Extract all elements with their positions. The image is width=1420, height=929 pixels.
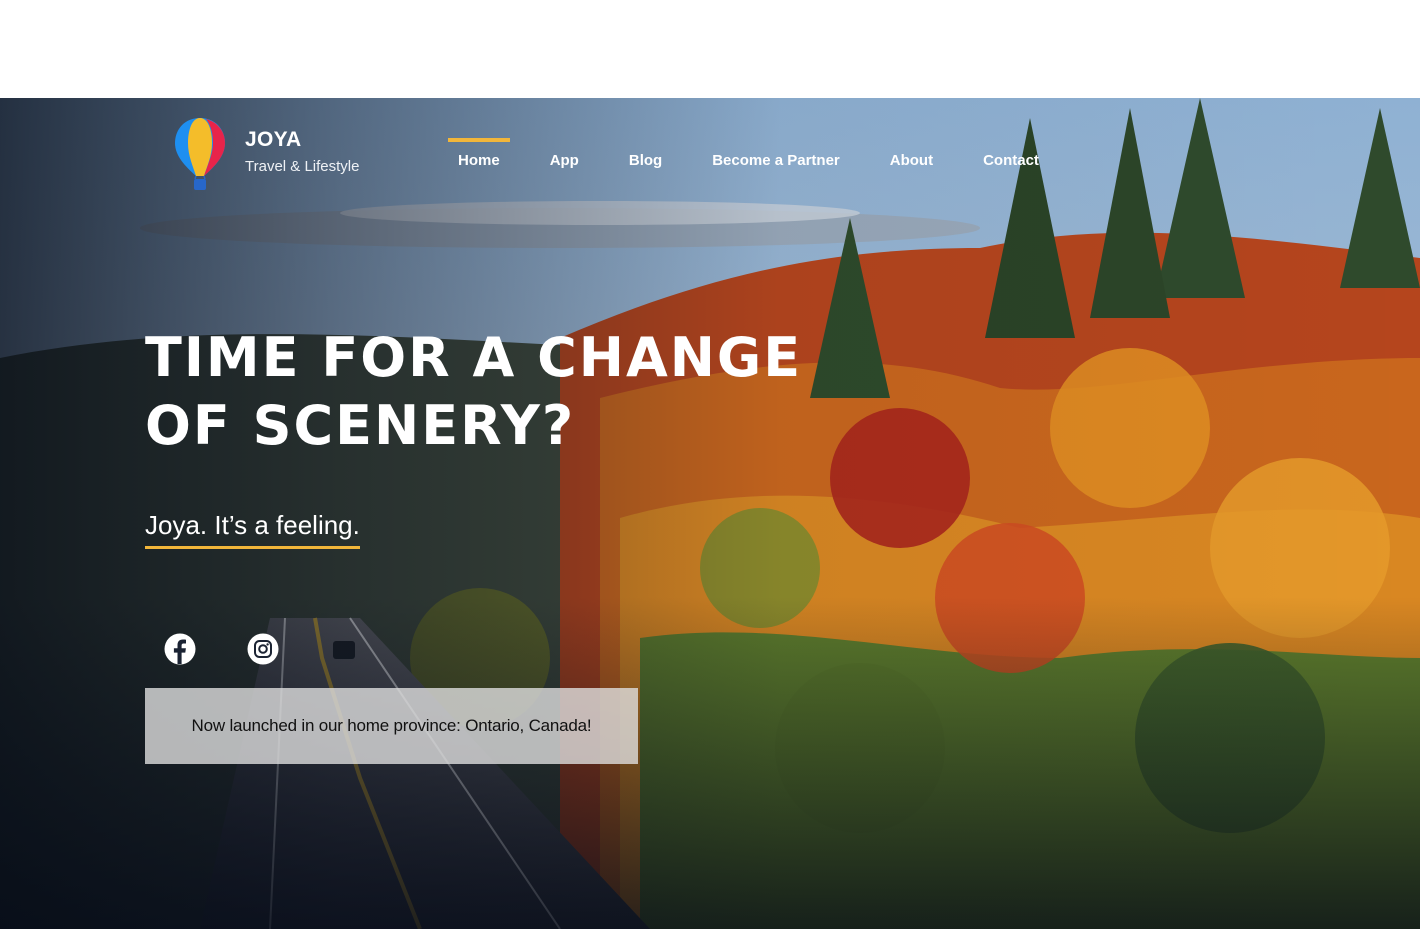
launch-notice-text: Now launched in our home province: Ontar… [191, 716, 592, 735]
top-blank-area [0, 0, 1420, 98]
nav-become-a-partner[interactable]: Become a Partner [702, 138, 850, 186]
nav-app[interactable]: App [540, 138, 589, 186]
main-nav: Home App Blog Become a Partner About Con… [448, 138, 1079, 186]
brand-name: JOYA [245, 128, 302, 151]
hot-air-balloon-logo-icon [175, 118, 225, 190]
nav-home[interactable]: Home [448, 138, 510, 186]
nav-contact[interactable]: Contact [973, 138, 1049, 186]
nav-about[interactable]: About [880, 138, 943, 186]
brand-tagline: Travel & Lifestyle [245, 158, 360, 175]
hero-section: JOYA Travel & Lifestyle Home App Blog Be… [0, 98, 1420, 929]
hero-headline: TIME FOR A CHANGE OF SCENERY? [145, 326, 803, 457]
brand[interactable]: JOYA Travel & Lifestyle [172, 116, 360, 192]
social-links [164, 633, 330, 665]
nav-blog[interactable]: Blog [619, 138, 672, 186]
hero-tagline: Joya. It’s a feeling. [145, 508, 360, 549]
facebook-icon[interactable] [164, 633, 196, 665]
launch-notice-banner: Now launched in our home province: Ontar… [145, 688, 638, 764]
instagram-icon[interactable] [247, 633, 279, 665]
